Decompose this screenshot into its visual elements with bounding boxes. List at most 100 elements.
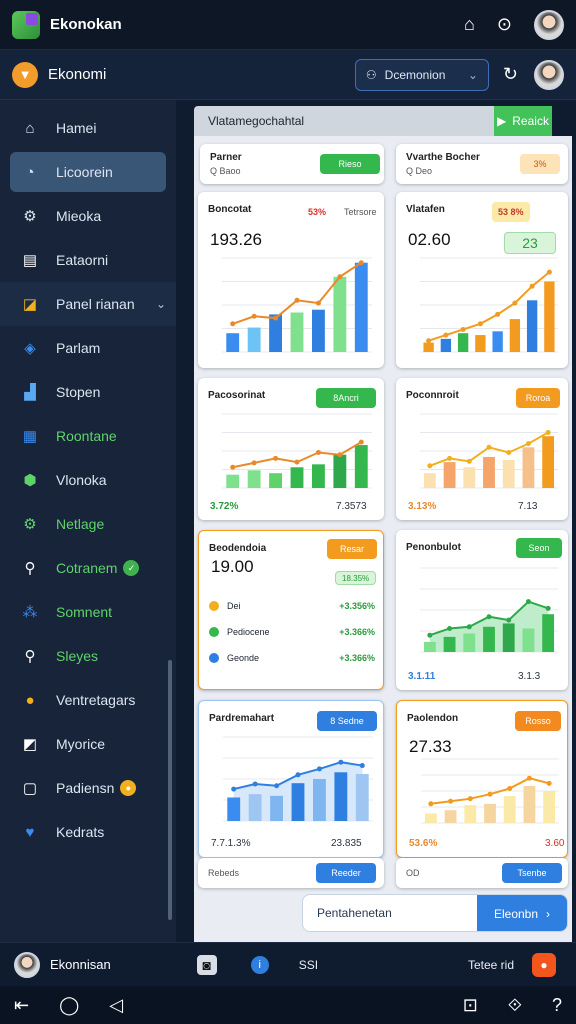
legend-dot — [209, 627, 219, 637]
sidebar-item-roontane[interactable]: ▦ Roontane — [0, 414, 176, 458]
sidebar-item-cotranem[interactable]: ⚲ Cotranem ✓ — [0, 546, 176, 590]
sidebar-item-home[interactable]: ⌂ Hamei — [0, 106, 176, 150]
chevron-down-icon: ⌄ — [155, 297, 166, 311]
bottom-search-input[interactable]: Pentahenetan Eleonbn › — [302, 894, 568, 932]
hub-icon[interactable]: ⟐ — [508, 995, 522, 1016]
sidebar-item-parlam[interactable]: ◈ Parlam — [0, 326, 176, 370]
chart-bar — [483, 456, 495, 488]
chart-point — [448, 798, 454, 804]
chart-bar — [444, 810, 457, 823]
card-chip[interactable]: Seon — [516, 538, 562, 558]
card-footer: 7.7.1.3% 23.835 — [211, 838, 362, 849]
chart-bar — [248, 794, 262, 821]
sidebar-group-panel[interactable]: ◪ Panel rianan ⌄ — [0, 282, 176, 326]
chart-bar — [354, 262, 368, 352]
refresh-icon[interactable]: ↻ — [503, 64, 518, 85]
stats-card-beodendoia[interactable]: Beodendoia Resar 19.00 18.35% Dei +3.356%… — [198, 530, 384, 690]
legend-dot — [209, 601, 219, 611]
card-chip[interactable]: Resar — [327, 539, 377, 559]
card-chip[interactable]: 3% — [520, 154, 560, 174]
bottom-card-right[interactable]: OD Tsenbe — [396, 858, 568, 888]
chart-card-pacosorinat[interactable]: Pacosorinat 8Ancri 3.72% 7.3573 — [198, 378, 384, 520]
card-chip[interactable]: 8Ancri — [316, 388, 376, 408]
sidebar-item-somnent[interactable]: ⁂ Somnent — [0, 590, 176, 634]
chart-card-penonbulot[interactable]: Penonbulot Seon 3.1.11 3.1.3 — [396, 530, 568, 690]
summary-card-1[interactable]: Parner Q Baoo Rieso — [200, 144, 384, 184]
record-icon[interactable]: ● — [532, 952, 556, 977]
chart-point — [460, 326, 466, 332]
legend-row: Pediocene +3.366% — [209, 627, 375, 637]
chart-point — [512, 300, 518, 306]
sidebar-item-myorice[interactable]: ◩ Myorice — [0, 722, 176, 766]
search-icon[interactable]: ⊙ — [497, 14, 512, 35]
change-chip: 53% — [302, 202, 333, 222]
sidebar-item-vlonoka[interactable]: ⬢ Vlonoka — [0, 458, 176, 502]
chart-bar — [543, 791, 556, 823]
chart-bar — [492, 331, 503, 352]
back-icon[interactable]: ⇤ — [14, 995, 29, 1016]
user-dropdown[interactable]: ⚇ Dcemonion ⌄ — [354, 58, 489, 91]
system-nav-bar: ⇤ ◯ ◁ ⊡ ⟐ ? — [0, 986, 576, 1024]
camera-icon[interactable]: ◙ — [196, 954, 217, 975]
chart-bar — [333, 454, 347, 488]
avatar[interactable] — [14, 951, 40, 978]
action-button[interactable]: Reeder — [316, 863, 376, 883]
chart-card-paolendon[interactable]: Paolendon Rosso 27.33 53.6% 3.60 — [396, 700, 568, 858]
bottom-card-left[interactable]: Rebeds Reeder — [198, 858, 384, 888]
chat-icon[interactable]: ◯ — [59, 995, 79, 1016]
sidebar-item-active[interactable]: ◔ Licoorein — [10, 152, 166, 192]
bottom-search-button[interactable]: Eleonbn › — [477, 895, 567, 931]
chart-point — [525, 441, 531, 447]
chart-6 — [223, 736, 373, 822]
heart-icon: ♥ — [25, 823, 35, 841]
chart-circle-icon: ◔ — [25, 163, 35, 181]
info-icon[interactable]: i — [250, 955, 269, 974]
chart-bar — [484, 803, 496, 823]
chart-bar — [463, 633, 476, 652]
help-icon[interactable]: ? — [552, 995, 562, 1016]
avatar[interactable] — [534, 9, 564, 40]
chevron-right-icon: › — [546, 907, 551, 921]
avatar-secondary[interactable] — [534, 59, 564, 90]
card-title: Vlatafen — [406, 204, 445, 215]
chart-point — [358, 260, 364, 266]
sidebar-item-ventretagars[interactable]: ● Ventretagars — [0, 678, 176, 722]
sidebar-item-settings[interactable]: ⚙ Mieoka — [0, 194, 176, 238]
chart-3 — [222, 413, 372, 489]
card-footer: 3.13% 7.13 — [408, 501, 538, 512]
sidebar-scrollbar[interactable] — [168, 660, 172, 920]
share-icon[interactable]: ⊡ — [463, 995, 478, 1016]
chart-card-vlatafen[interactable]: Vlatafen 53 8% 02.60 23 — [396, 192, 568, 368]
search-button[interactable]: ▶ Reaick — [494, 106, 552, 136]
card-chip[interactable]: Rosso — [515, 711, 561, 731]
sidebar-item-netlage[interactable]: ⚙ Netlage — [0, 502, 176, 546]
sidebar-item-sleyes[interactable]: ⚲ Sleyes — [0, 634, 176, 678]
sidebar-item-stopen[interactable]: ▟ Stopen — [0, 370, 176, 414]
sidebar-item-kedrats[interactable]: ♥ Kedrats — [0, 810, 176, 854]
chart-card-boncotat[interactable]: Boncotat 53% Tetrsore 193.26 — [198, 192, 384, 368]
home-icon[interactable]: ⌂ — [464, 14, 475, 35]
chart-point — [426, 338, 432, 344]
search-input[interactable]: Vlatamegochahtal — [194, 106, 494, 136]
card-title: Poconnroit — [406, 390, 459, 401]
sidebar-item-padiensn[interactable]: ▢ Padiensn ● — [0, 766, 176, 810]
chart-card-poconnroit[interactable]: Poconnroit Roroa 3.13% 7.13 — [396, 378, 568, 520]
chart-card-pardremahart[interactable]: Pardremahart 8 Sedne 7.7.1.3% 23.835 — [198, 700, 384, 858]
chart-point — [526, 775, 532, 781]
chart-7 — [421, 758, 559, 824]
search-icon: ⚲ — [24, 648, 36, 665]
card-title: Paolendon — [407, 713, 459, 724]
chart-bar — [333, 276, 347, 352]
tag-icon[interactable]: ◁ — [109, 995, 123, 1016]
chart-point — [295, 772, 301, 778]
card-chip[interactable]: Roroa — [516, 388, 560, 408]
card-chip[interactable]: Rieso — [320, 154, 380, 174]
chart-bar — [502, 623, 515, 652]
chart-bar — [354, 445, 368, 488]
action-button[interactable]: Tsenbe — [502, 863, 562, 883]
card-title: Pardremahart — [209, 713, 275, 724]
sidebar-item-documents[interactable]: ▤ Eataorni — [0, 238, 176, 282]
chart-point — [274, 783, 280, 789]
summary-card-2[interactable]: Vvarthe Bocher Q Deo 3% — [396, 144, 568, 184]
card-chip[interactable]: 8 Sedne — [317, 711, 377, 731]
